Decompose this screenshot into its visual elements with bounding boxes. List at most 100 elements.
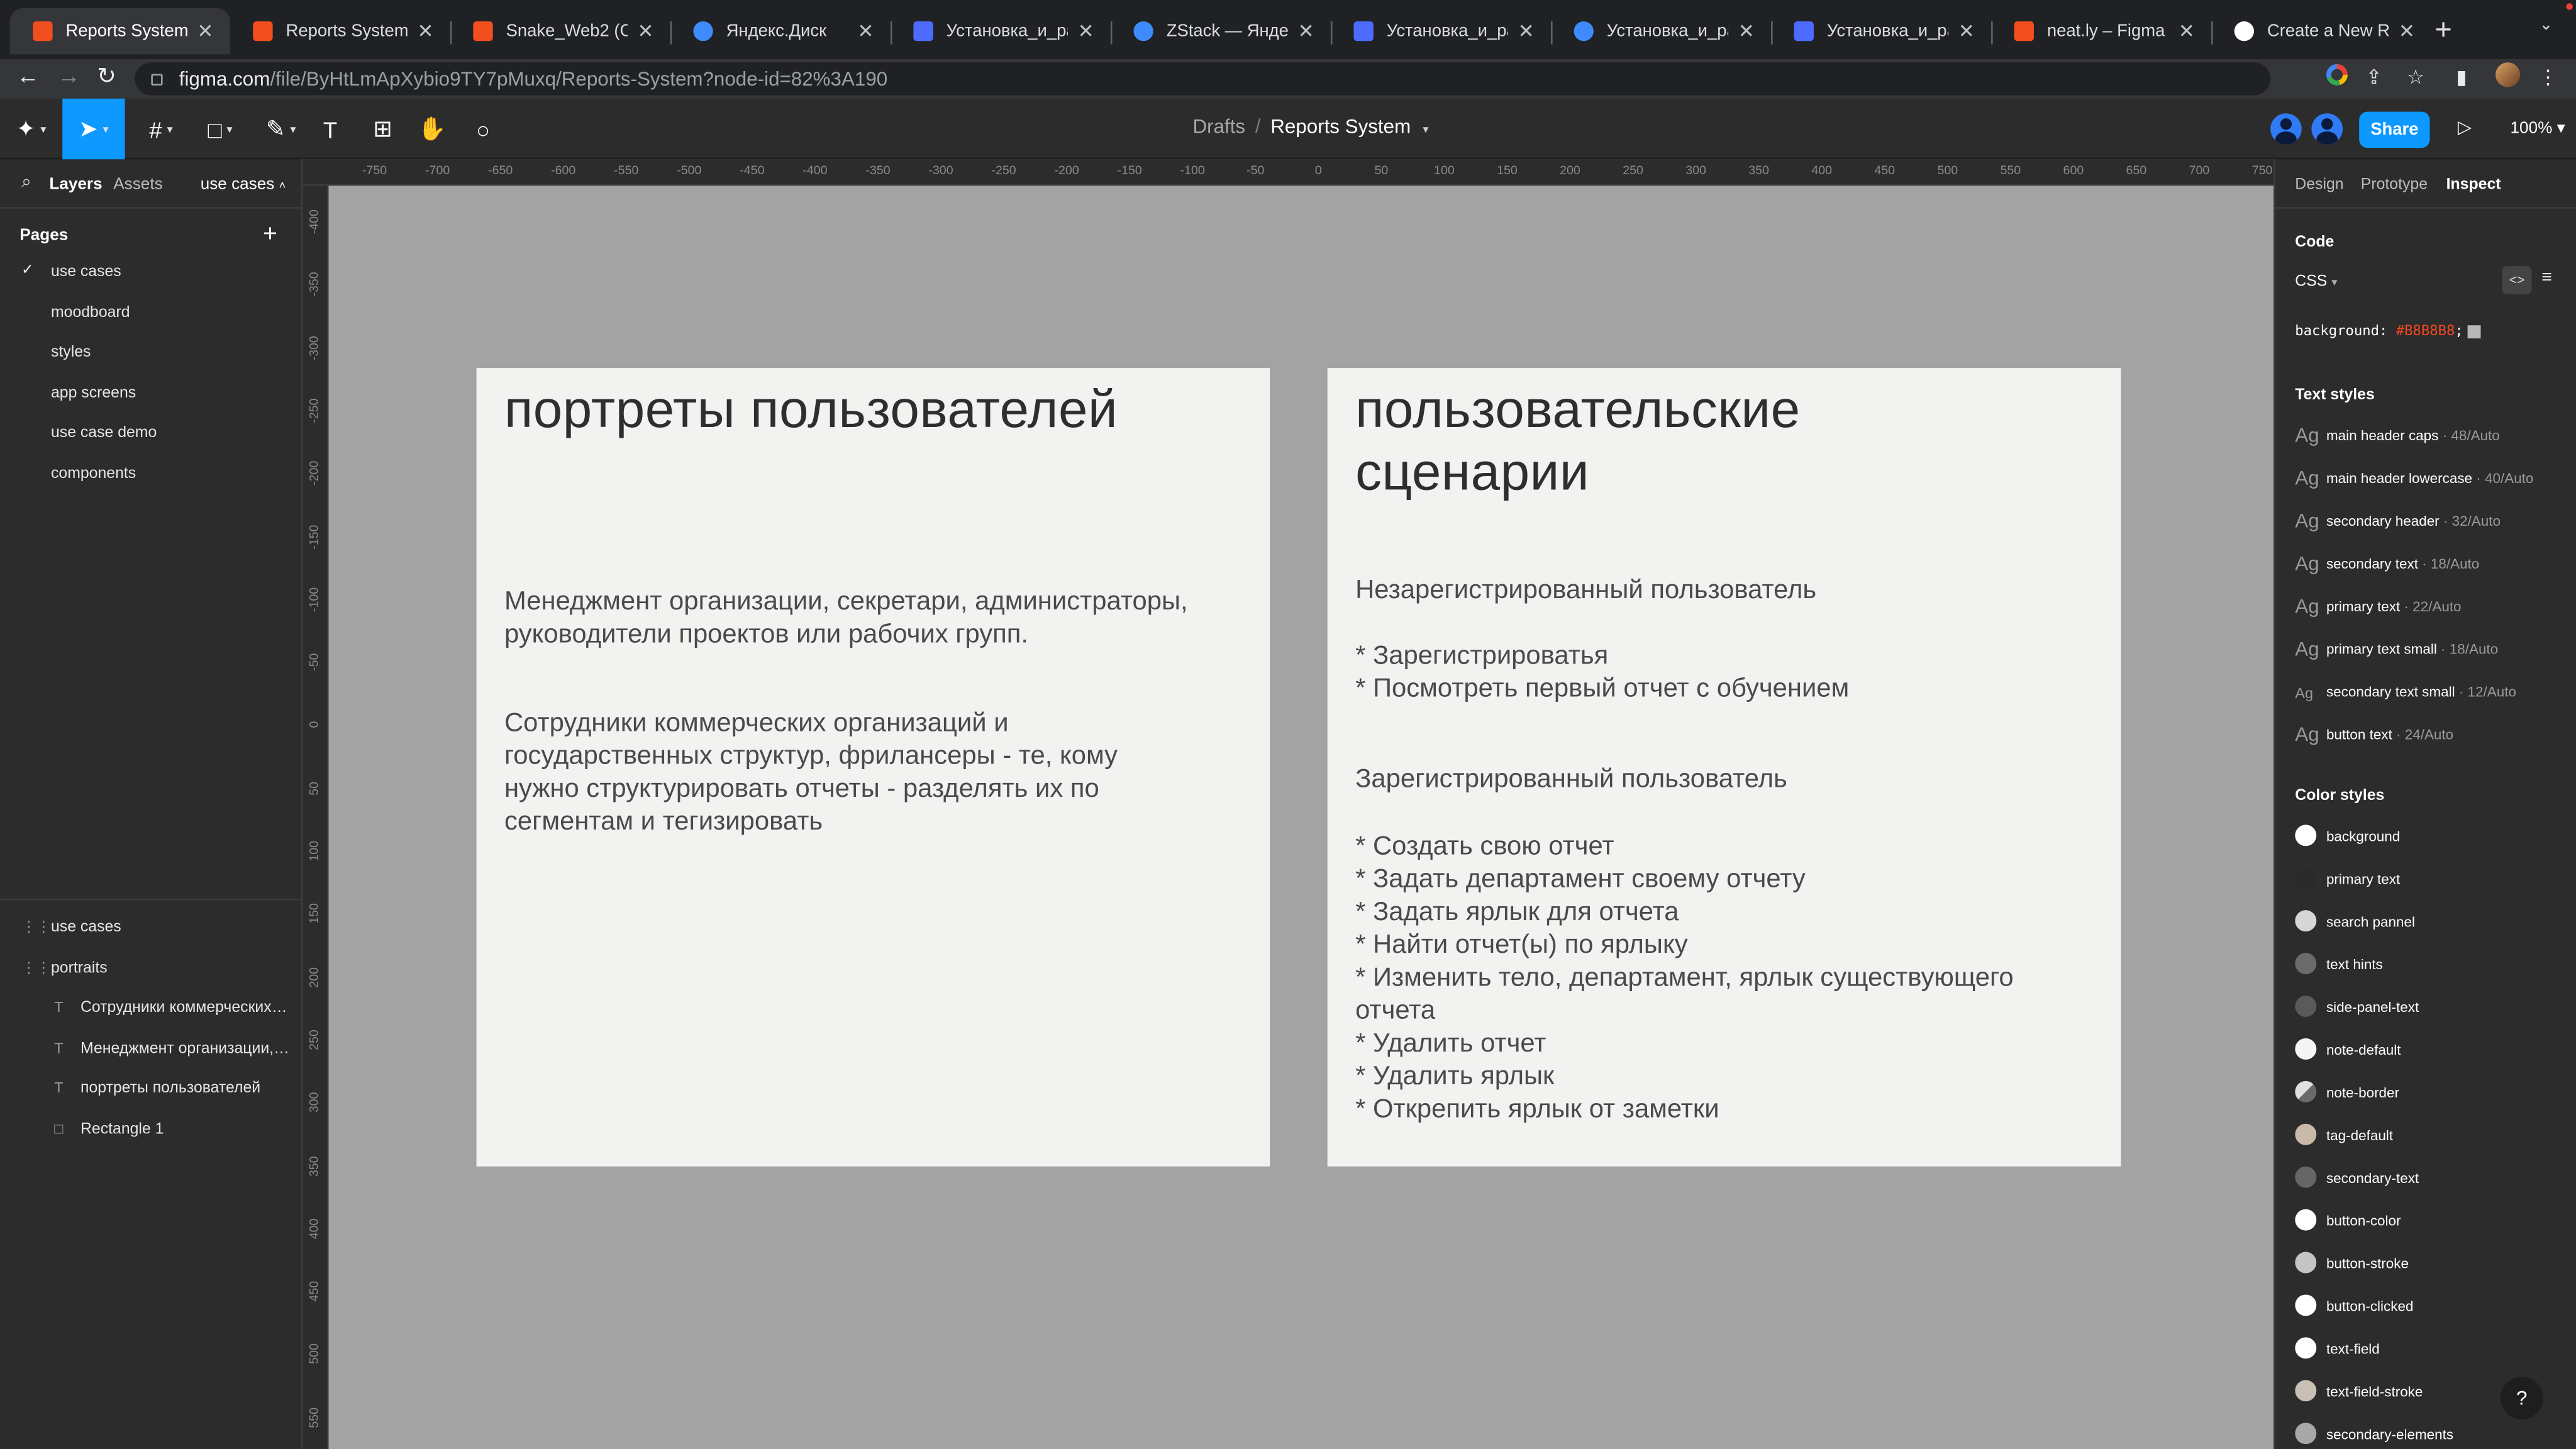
- main-menu-button[interactable]: ✦ ▾: [0, 99, 62, 160]
- move-tool-button[interactable]: ➤ ▾: [62, 98, 125, 160]
- layer-item[interactable]: Tпортреты пользователей: [0, 1071, 303, 1111]
- color-style-item[interactable]: note-border: [2295, 1080, 2571, 1124]
- text-style-item[interactable]: Ag primary text · 22/Auto: [2295, 595, 2571, 638]
- share-page-icon[interactable]: ⇪: [2366, 65, 2382, 89]
- text-style-item[interactable]: Ag primary text small · 18/Auto: [2295, 638, 2571, 680]
- page-item[interactable]: components: [0, 456, 303, 496]
- present-play-icon[interactable]: ▷: [2458, 116, 2472, 138]
- browser-tab[interactable]: Установка_и_разв ✕: [1771, 8, 1991, 54]
- tab-search-icon[interactable]: ⌄: [2540, 16, 2553, 35]
- color-style-item[interactable]: button-color: [2295, 1209, 2571, 1252]
- page-item[interactable]: ✓ use cases: [0, 255, 303, 294]
- layer-item[interactable]: ⋮⋮ use cases: [0, 910, 303, 950]
- layer-item[interactable]: □ Rectangle 1: [0, 1111, 303, 1151]
- browser-tab[interactable]: Snake_Web2 (Copy ✕: [450, 8, 670, 54]
- page-item[interactable]: use case demo: [0, 416, 303, 455]
- text-tool-button[interactable]: T: [312, 99, 348, 160]
- help-button[interactable]: ?: [2500, 1377, 2543, 1419]
- new-tab-button[interactable]: +: [2434, 13, 2451, 48]
- frame-use-cases[interactable]: пользовательские сценарии Незарегистриро…: [1327, 368, 2121, 1167]
- color-style-item[interactable]: search pannel: [2295, 910, 2571, 953]
- resources-button[interactable]: ⊞: [365, 99, 401, 160]
- tab-layers[interactable]: Layers: [49, 176, 102, 194]
- pen-tool-button[interactable]: ✎ ▾: [255, 99, 308, 160]
- browser-tab[interactable]: Reports System – F ✕: [230, 8, 450, 54]
- comment-tool-button[interactable]: ○: [465, 99, 501, 160]
- text-style-item[interactable]: Ag button text · 24/Auto: [2295, 723, 2571, 765]
- page-item[interactable]: moodboard: [0, 295, 303, 335]
- language-dropdown[interactable]: CSS ▾: [2295, 273, 2337, 291]
- text-style-item[interactable]: Ag main header lowercase · 40/Auto: [2295, 467, 2571, 509]
- color-style-item[interactable]: secondary-text: [2295, 1166, 2571, 1209]
- browser-tab[interactable]: Create a New Repo ✕: [2211, 8, 2431, 54]
- tab-design[interactable]: Design: [2295, 176, 2343, 194]
- browser-tab[interactable]: Установка_и_разв ✕: [1331, 8, 1551, 54]
- close-tab-icon[interactable]: ✕: [1958, 19, 1975, 43]
- hand-tool-button[interactable]: ✋: [414, 99, 450, 160]
- browser-menu-icon[interactable]: ⋮: [2538, 65, 2558, 89]
- page-selector[interactable]: use cases ˄: [201, 176, 286, 194]
- close-tab-icon[interactable]: ✕: [417, 19, 433, 43]
- browser-tab[interactable]: Установка_и_разв ✕: [1551, 8, 1771, 54]
- canvas[interactable]: -750 -700 -650 -600 -550 -500 -450 -400 -350 -300…: [302, 159, 2274, 1449]
- browser-tab[interactable]: Яндекс.Диск ✕: [670, 8, 891, 54]
- text-style-item[interactable]: Ag main header caps · 48/Auto: [2295, 424, 2571, 467]
- browser-tab[interactable]: Установка_и_разв ✕: [891, 8, 1111, 54]
- add-page-icon[interactable]: +: [263, 220, 277, 248]
- color-style-item[interactable]: side-panel-text: [2295, 996, 2571, 1038]
- color-style-item[interactable]: primary text: [2295, 867, 2571, 910]
- reload-icon[interactable]: ↻: [97, 62, 116, 90]
- close-tab-icon[interactable]: ✕: [2179, 19, 2195, 43]
- list-view-icon[interactable]: ≡: [2541, 268, 2552, 287]
- close-tab-icon[interactable]: ✕: [857, 19, 874, 43]
- chevron-down-icon[interactable]: ▾: [1423, 125, 1428, 136]
- browser-tab[interactable]: neat.ly – Figma ✕: [1991, 8, 2211, 54]
- text-style-item[interactable]: Ag secondary text · 18/Auto: [2295, 552, 2571, 595]
- layer-item[interactable]: T Менеджмент организации, с...: [0, 1031, 303, 1070]
- color-style-item[interactable]: tag-default: [2295, 1123, 2571, 1167]
- close-tab-icon[interactable]: ✕: [1298, 19, 1314, 43]
- code-view-icon[interactable]: <>: [2502, 266, 2532, 294]
- tab-assets[interactable]: Assets: [113, 176, 162, 194]
- shape-tool-button[interactable]: □ ▾: [194, 99, 247, 160]
- browser-profile-avatar[interactable]: [2496, 62, 2521, 87]
- frame-portraits[interactable]: портреты пользователей Менеджмент органи…: [476, 368, 1270, 1167]
- close-tab-icon[interactable]: ✕: [2399, 19, 2415, 43]
- layer-item[interactable]: T Сотрудники коммерческих о...: [0, 991, 303, 1030]
- search-icon[interactable]: ⌕: [21, 172, 31, 194]
- side-panel-icon[interactable]: ▮: [2456, 65, 2467, 89]
- layer-item[interactable]: ⋮⋮ portraits: [0, 950, 303, 990]
- browser-tab[interactable]: ZStack — Яндекс.Д ✕: [1111, 8, 1331, 54]
- close-tab-icon[interactable]: ✕: [1518, 19, 1535, 43]
- forward-arrow-icon[interactable]: →: [57, 62, 80, 89]
- page-item[interactable]: styles: [0, 335, 303, 375]
- close-tab-icon[interactable]: ✕: [197, 19, 213, 43]
- color-style-item[interactable]: button-stroke: [2295, 1252, 2571, 1295]
- color-style-item[interactable]: button-clicked: [2295, 1294, 2571, 1337]
- close-tab-icon[interactable]: ✕: [1077, 19, 1094, 43]
- file-name[interactable]: Reports System: [1270, 115, 1411, 138]
- breadcrumb-drafts[interactable]: Drafts: [1192, 115, 1245, 138]
- color-style-item[interactable]: secondary-elements: [2295, 1423, 2571, 1449]
- user-avatar[interactable]: [2311, 113, 2343, 145]
- text-style-item[interactable]: Ag secondary header · 32/Auto: [2295, 509, 2571, 552]
- close-tab-icon[interactable]: ✕: [1738, 19, 1755, 43]
- browser-tab[interactable]: Reports System – F ✕: [9, 8, 230, 55]
- google-lens-icon[interactable]: [2326, 64, 2348, 86]
- share-button[interactable]: Share: [2359, 111, 2430, 148]
- color-style-item[interactable]: text hints: [2295, 953, 2571, 996]
- text-style-item[interactable]: Ag secondary text small · 12/Auto: [2295, 680, 2571, 723]
- url-field[interactable]: figma.com/file/ByHtLmApXybio9TY7pMuxq/Re…: [135, 62, 2271, 96]
- color-style-item[interactable]: text-field: [2295, 1337, 2571, 1380]
- color-style-item[interactable]: background: [2295, 824, 2571, 867]
- bookmark-star-icon[interactable]: ☆: [2407, 65, 2424, 89]
- page-item[interactable]: app screens: [0, 375, 303, 415]
- zoom-dropdown[interactable]: 100% ▾: [2511, 120, 2565, 138]
- tab-prototype[interactable]: Prototype: [2361, 176, 2428, 194]
- back-arrow-icon[interactable]: ←: [16, 62, 40, 89]
- css-code-line[interactable]: background: #B8B8B8;: [2295, 324, 2482, 340]
- tab-inspect[interactable]: Inspect: [2446, 176, 2501, 194]
- close-tab-icon[interactable]: ✕: [637, 19, 653, 43]
- color-style-item[interactable]: note-default: [2295, 1038, 2571, 1081]
- frame-tool-button[interactable]: # ▾: [135, 99, 187, 160]
